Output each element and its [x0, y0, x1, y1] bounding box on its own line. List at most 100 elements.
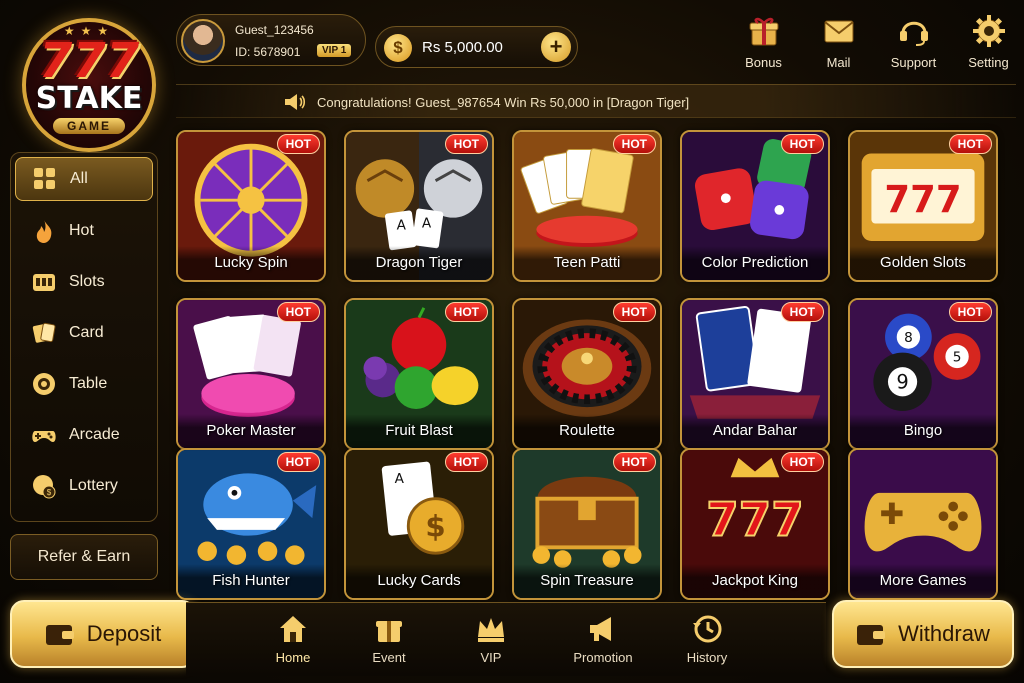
- game-title: Dragon Tiger: [346, 246, 492, 280]
- logo-brand: STAKE: [35, 81, 143, 116]
- sidebar-item-table[interactable]: Table: [15, 362, 153, 406]
- balance-amount: Rs 5,000.00: [422, 39, 503, 56]
- category-sidebar: All Hot Slots Card Table Arcade $ Lotter…: [10, 152, 158, 522]
- app-logo: ★★★ 777 STAKE GAME: [14, 12, 164, 152]
- history-icon: [693, 615, 722, 643]
- game-title: Fish Hunter: [178, 564, 324, 598]
- hot-badge: HOT: [444, 302, 488, 322]
- hot-badge: HOT: [948, 302, 992, 322]
- megaphone-icon: [590, 617, 611, 641]
- game-title: Spin Treasure: [514, 564, 660, 598]
- game-tile-bingo[interactable]: 8 5 9 HOT Bingo: [848, 298, 998, 450]
- logo-sub: GAME: [53, 118, 125, 134]
- game-tile-color-prediction[interactable]: HOT Color Prediction: [680, 130, 830, 282]
- wallet-icon: [857, 625, 886, 645]
- top-nav: Bonus Mail Support Setting: [726, 14, 1024, 72]
- wallet-icon: [45, 625, 74, 645]
- sidebar-item-lottery[interactable]: $ Lottery: [15, 464, 153, 508]
- flame-icon: [36, 220, 52, 243]
- bottom-nav-vip[interactable]: VIP: [448, 613, 534, 667]
- grid-icon: [34, 168, 55, 189]
- ball-number: 9: [896, 371, 908, 394]
- bottom-nav-label: Promotion: [573, 650, 633, 665]
- game-tile-fish-hunter[interactable]: HOT Fish Hunter: [176, 448, 326, 600]
- bottom-nav-label: Event: [372, 650, 406, 665]
- game-tile-teen-patti[interactable]: HOT Teen Patti: [512, 130, 662, 282]
- card-letter: A: [395, 471, 405, 487]
- game-tile-lucky-cards[interactable]: A $ HOT Lucky Cards: [344, 448, 494, 600]
- gear-icon: [972, 15, 1005, 47]
- top-nav-setting[interactable]: Setting: [951, 14, 1024, 72]
- game-title: Lucky Spin: [178, 246, 324, 280]
- gift-icon: [376, 621, 402, 642]
- bottom-nav-promotion[interactable]: Promotion: [560, 613, 646, 667]
- game-title: More Games: [850, 564, 996, 598]
- hot-badge: HOT: [444, 452, 488, 472]
- rupee-coin-icon: $: [384, 34, 412, 62]
- top-nav-support[interactable]: Support: [876, 14, 951, 72]
- gamepad-icon: [32, 431, 56, 442]
- sidebar-item-label: All: [70, 170, 88, 187]
- vip-badge: VIP 1: [317, 44, 352, 57]
- sidebar-item-card[interactable]: Card: [15, 311, 153, 355]
- bottom-nav-event[interactable]: Event: [346, 613, 432, 667]
- game-tile-spin-treasure[interactable]: HOT Spin Treasure: [512, 448, 662, 600]
- game-title: Andar Bahar: [682, 414, 828, 448]
- sidebar-item-arcade[interactable]: Arcade: [15, 413, 153, 457]
- gift-icon: [749, 17, 778, 46]
- profile-card[interactable]: Guest_123456 ID: 5678901 VIP 1: [176, 14, 366, 66]
- sidebar-item-label: Slots: [69, 273, 105, 290]
- top-nav-mail[interactable]: Mail: [801, 14, 876, 72]
- mail-icon: [823, 20, 854, 43]
- svg-text:$: $: [47, 488, 52, 497]
- logo-777: 777: [38, 33, 140, 89]
- slot-machine-icon: [33, 274, 55, 291]
- sidebar-item-label: Lottery: [69, 477, 118, 494]
- game-tile-lucky-spin[interactable]: HOT Lucky Spin: [176, 130, 326, 282]
- game-tile-fruit-blast[interactable]: HOT Fruit Blast: [344, 298, 494, 450]
- game-title: Lucky Cards: [346, 564, 492, 598]
- withdraw-button[interactable]: Withdraw: [832, 600, 1014, 668]
- deposit-button[interactable]: Deposit: [10, 600, 196, 668]
- hot-badge: HOT: [276, 452, 320, 472]
- chip-icon: [33, 373, 55, 395]
- hot-badge: HOT: [780, 134, 824, 154]
- hot-badge: HOT: [276, 134, 320, 154]
- sidebar-item-hot[interactable]: Hot: [15, 209, 153, 253]
- top-nav-label: Mail: [826, 55, 851, 70]
- marquee-text: Congratulations! Guest_987654 Win Rs 50,…: [317, 95, 690, 110]
- bottom-nav-home[interactable]: Home: [250, 613, 336, 667]
- jackpot-number: 777: [706, 494, 804, 548]
- game-tile-andar-bahar[interactable]: HOT Andar Bahar: [680, 298, 830, 450]
- lottery-ball-icon: $: [33, 475, 56, 499]
- game-tile-more-games[interactable]: More Games: [848, 448, 998, 600]
- game-tile-roulette[interactable]: HOT Roulette: [512, 298, 662, 450]
- cards-icon: [32, 322, 56, 343]
- card-letter: A: [422, 215, 432, 231]
- bottom-nav-label: Home: [275, 650, 311, 665]
- game-tile-poker-master[interactable]: HOT Poker Master: [176, 298, 326, 450]
- sidebar-item-all[interactable]: All: [15, 157, 153, 201]
- bottom-nav-history[interactable]: History: [664, 613, 750, 667]
- sidebar-item-label: Arcade: [69, 426, 120, 443]
- hot-badge: HOT: [612, 134, 656, 154]
- game-tile-jackpot-king[interactable]: 777 HOT Jackpot King: [680, 448, 830, 600]
- game-tile-golden-slots[interactable]: 777 HOT Golden Slots: [848, 130, 998, 282]
- hot-badge: HOT: [780, 302, 824, 322]
- deposit-label: Deposit: [86, 621, 162, 646]
- top-nav-bonus[interactable]: Bonus: [726, 14, 801, 72]
- headset-icon: [899, 21, 928, 46]
- sidebar-item-label: Card: [69, 324, 104, 341]
- coin-symbol: $: [425, 510, 445, 544]
- game-tile-dragon-tiger[interactable]: A A HOT Dragon Tiger: [344, 130, 494, 282]
- game-title: Jackpot King: [682, 564, 828, 598]
- game-title: Roulette: [514, 414, 660, 448]
- ball-number: 8: [904, 330, 913, 346]
- game-title: Fruit Blast: [346, 414, 492, 448]
- refer-earn-button[interactable]: Refer & Earn: [10, 534, 158, 580]
- game-title: Bingo: [850, 414, 996, 448]
- avatar[interactable]: [181, 19, 225, 63]
- add-funds-button[interactable]: +: [541, 32, 571, 62]
- hot-badge: HOT: [948, 134, 992, 154]
- sidebar-item-slots[interactable]: Slots: [15, 260, 153, 304]
